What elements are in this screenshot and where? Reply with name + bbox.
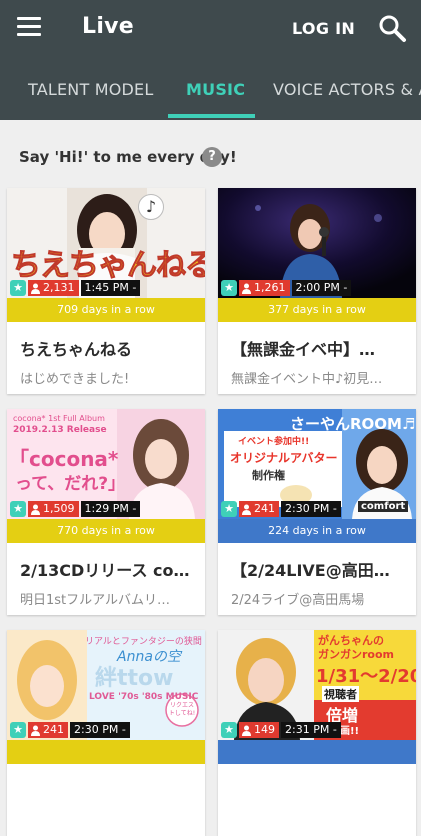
streak-bar: 377 days in a row xyxy=(218,298,416,322)
stream-badges: ★ 241 2:30 PM - xyxy=(221,501,341,517)
person-icon xyxy=(242,283,251,294)
login-button[interactable]: LOG IN xyxy=(292,19,355,38)
card-title: ちえちゃんねる xyxy=(20,340,133,359)
streak-bar: 770 days in a row xyxy=(7,519,205,543)
music-note-icon: ♪ xyxy=(138,194,164,220)
card-subtitle: はじめできました! xyxy=(20,372,130,387)
tab-music[interactable]: MUSIC xyxy=(186,80,245,99)
person-icon xyxy=(31,504,40,515)
tab-talent-model[interactable]: TALENT MODEL xyxy=(28,80,153,99)
release-date: 2019.2.13 Release xyxy=(13,425,107,435)
thumbnail-caption-2: って、だれ?」 xyxy=(15,474,126,494)
menu-icon[interactable] xyxy=(17,17,41,37)
avatar-label: オリジナルアバター xyxy=(230,451,338,465)
page-title: Live xyxy=(82,14,135,39)
avatar-label-2: 制作権 xyxy=(252,469,285,482)
card-title: 【無課金イベ中】… xyxy=(231,340,376,359)
viewer-count: 241 xyxy=(43,723,64,736)
card-subtitle: 2/24ライブ@高田馬場 xyxy=(231,593,365,608)
viewer-count: 149 xyxy=(254,723,275,736)
star-badge-icon: ★ xyxy=(221,722,237,738)
star-badge-icon: ★ xyxy=(10,280,26,296)
stream-card[interactable]: cocona* 1st Full Album 2019.2.13 Release… xyxy=(7,409,205,615)
category-tabs: TALENT MODEL MUSIC VOICE ACTORS & AN xyxy=(0,58,421,120)
stream-badges: ★ 1,509 1:29 PM - xyxy=(10,501,141,517)
viewer-count: 241 xyxy=(254,502,275,515)
app-bar: Live LOG IN xyxy=(0,0,421,58)
stream-card[interactable]: がんちゃんの ガンガンroom 1/31～2/20 視聴者 倍増 企画!! ★ … xyxy=(218,630,416,836)
viewer-count-badge: 1,261 xyxy=(239,280,290,296)
person-icon xyxy=(31,725,40,736)
card-title: 【2/24LIVE@高田… xyxy=(231,561,390,580)
thumbnail-caption: ちえちゃんねる xyxy=(11,248,206,284)
star-badge-icon: ★ xyxy=(10,501,26,517)
viewer-count-badge: 241 xyxy=(239,501,279,517)
star-badge-icon: ★ xyxy=(221,280,237,296)
stream-badges: ★ 241 2:30 PM - xyxy=(10,722,130,738)
start-time: 2:30 PM - xyxy=(281,501,341,517)
start-time: 1:29 PM - xyxy=(80,501,141,517)
person-icon xyxy=(242,504,251,515)
thumbnail-subcaption: LOVE '70s '80s MUSIC xyxy=(89,692,199,702)
card-subtitle: 明日1stフルアルバムリ… xyxy=(20,593,171,608)
viewer-count: 1,509 xyxy=(43,502,75,515)
start-time: 2:30 PM - xyxy=(70,722,130,738)
viewer-count-badge: 149 xyxy=(239,722,279,738)
stream-badges: ★ 149 2:31 PM - xyxy=(221,722,341,738)
stream-badges: ★ 1,261 2:00 PM - xyxy=(221,280,352,296)
comfort-tag: comfort xyxy=(358,501,409,512)
search-icon[interactable] xyxy=(378,14,408,44)
person-icon xyxy=(242,725,251,736)
active-tab-indicator xyxy=(168,114,255,118)
request-label: リクエストしてね! xyxy=(168,702,196,717)
streak-bar: 224 days in a row xyxy=(218,519,416,543)
star-badge-icon: ★ xyxy=(10,722,26,738)
viewer-count: 1,261 xyxy=(254,281,286,294)
thumbnail-dates: 1/31～2/20 xyxy=(316,666,416,687)
stream-card[interactable]: リアルとファンタジーの狭間 Annaの空 絆ttow LOVE '70s '80… xyxy=(7,630,205,836)
streak-bar: 709 days in a row xyxy=(7,298,205,322)
album-label: cocona* 1st Full Album xyxy=(13,414,105,423)
star-badge-icon: ★ xyxy=(221,501,237,517)
viewer-count-badge: 2,131 xyxy=(28,280,79,296)
start-time: 2:31 PM - xyxy=(281,722,341,738)
viewer-count: 2,131 xyxy=(43,281,75,294)
start-time: 2:00 PM - xyxy=(291,280,352,296)
card-subtitle: 無課金イベント中♪初見… xyxy=(231,372,383,387)
streak-bar xyxy=(218,740,416,764)
person-icon xyxy=(31,283,40,294)
thumbnail-caption: さーやんROOM♬ xyxy=(290,415,416,433)
viewer-count-badge: 241 xyxy=(28,722,68,738)
thumbnail-room: ガンガンroom xyxy=(318,648,395,661)
event-label: イベント参加中!! xyxy=(238,437,310,447)
start-time: 1:45 PM - xyxy=(80,280,141,296)
campaign-label: 視聴者 xyxy=(322,686,359,702)
help-icon[interactable]: ? xyxy=(202,147,222,167)
tab-voice-actors[interactable]: VOICE ACTORS & AN xyxy=(273,80,421,99)
thumbnail-caption: 「cocona* xyxy=(9,447,119,471)
streak-bar xyxy=(7,740,205,764)
thumbnail-logo: 絆ttow xyxy=(95,666,174,691)
stream-card[interactable]: ★ 1,261 2:00 PM - 377 days in a row 【無課金… xyxy=(218,188,416,394)
stream-badges: ★ 2,131 1:45 PM - xyxy=(10,280,141,296)
card-title: 2/13CDリリース co… xyxy=(20,561,190,580)
stream-card[interactable]: ちえちゃんねる ♪ ★ 2,131 1:45 PM - 709 days in … xyxy=(7,188,205,394)
stream-card[interactable]: さーやんROOM♬ イベント参加中!! オリジナルアバター 制作権 comfor… xyxy=(218,409,416,615)
viewer-count-badge: 1,509 xyxy=(28,501,79,517)
